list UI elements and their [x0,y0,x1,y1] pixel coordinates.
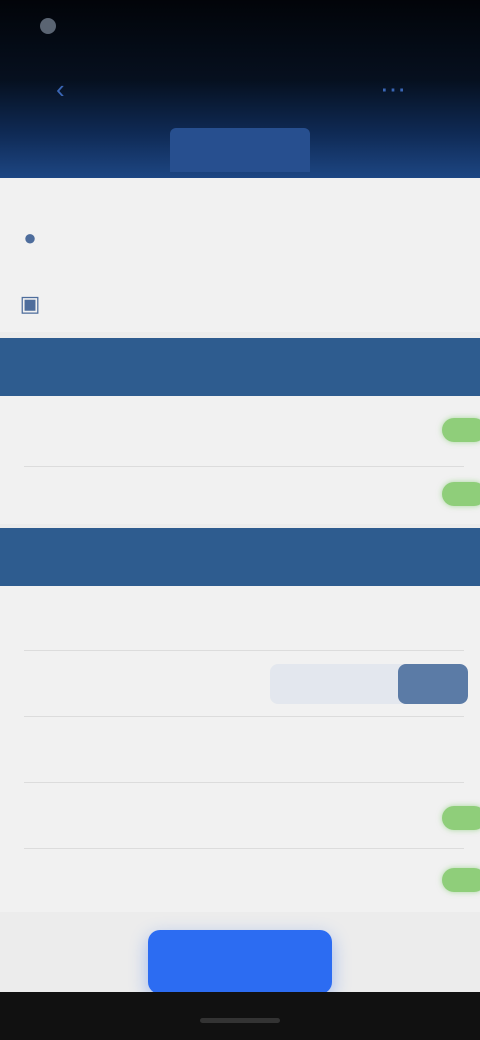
status-icon [40,18,56,34]
back-icon[interactable]: ‹ [56,74,65,105]
setting-row[interactable] [0,716,480,782]
segmented-control [270,664,468,704]
segment-option-selected[interactable] [398,664,468,704]
segment-option[interactable] [270,664,390,704]
section-header [0,338,480,396]
header-tab[interactable] [170,128,310,172]
setting-row[interactable] [0,782,480,848]
primary-button[interactable] [148,930,332,994]
home-indicator[interactable] [200,1018,280,1023]
toggle-switch[interactable] [442,482,480,506]
setting-row[interactable] [0,396,480,466]
section-header [0,528,480,586]
toggle-switch[interactable] [442,806,480,830]
list-item[interactable]: ▣ [0,250,480,322]
toggle-switch[interactable] [442,868,480,892]
setting-row[interactable] [0,848,480,912]
section-card [0,396,480,524]
toggle-switch[interactable] [442,418,480,442]
action-icon[interactable]: ⋯ [380,74,406,105]
top-list: ● ▣ [0,178,480,332]
list-item[interactable]: ● [0,178,480,250]
section-card [0,586,480,912]
setting-row[interactable] [0,586,480,650]
setting-row[interactable] [0,466,480,524]
system-nav-bar [0,992,480,1040]
calendar-icon: ▣ [19,291,41,316]
app-header: ‹ ⋯ [0,0,480,178]
